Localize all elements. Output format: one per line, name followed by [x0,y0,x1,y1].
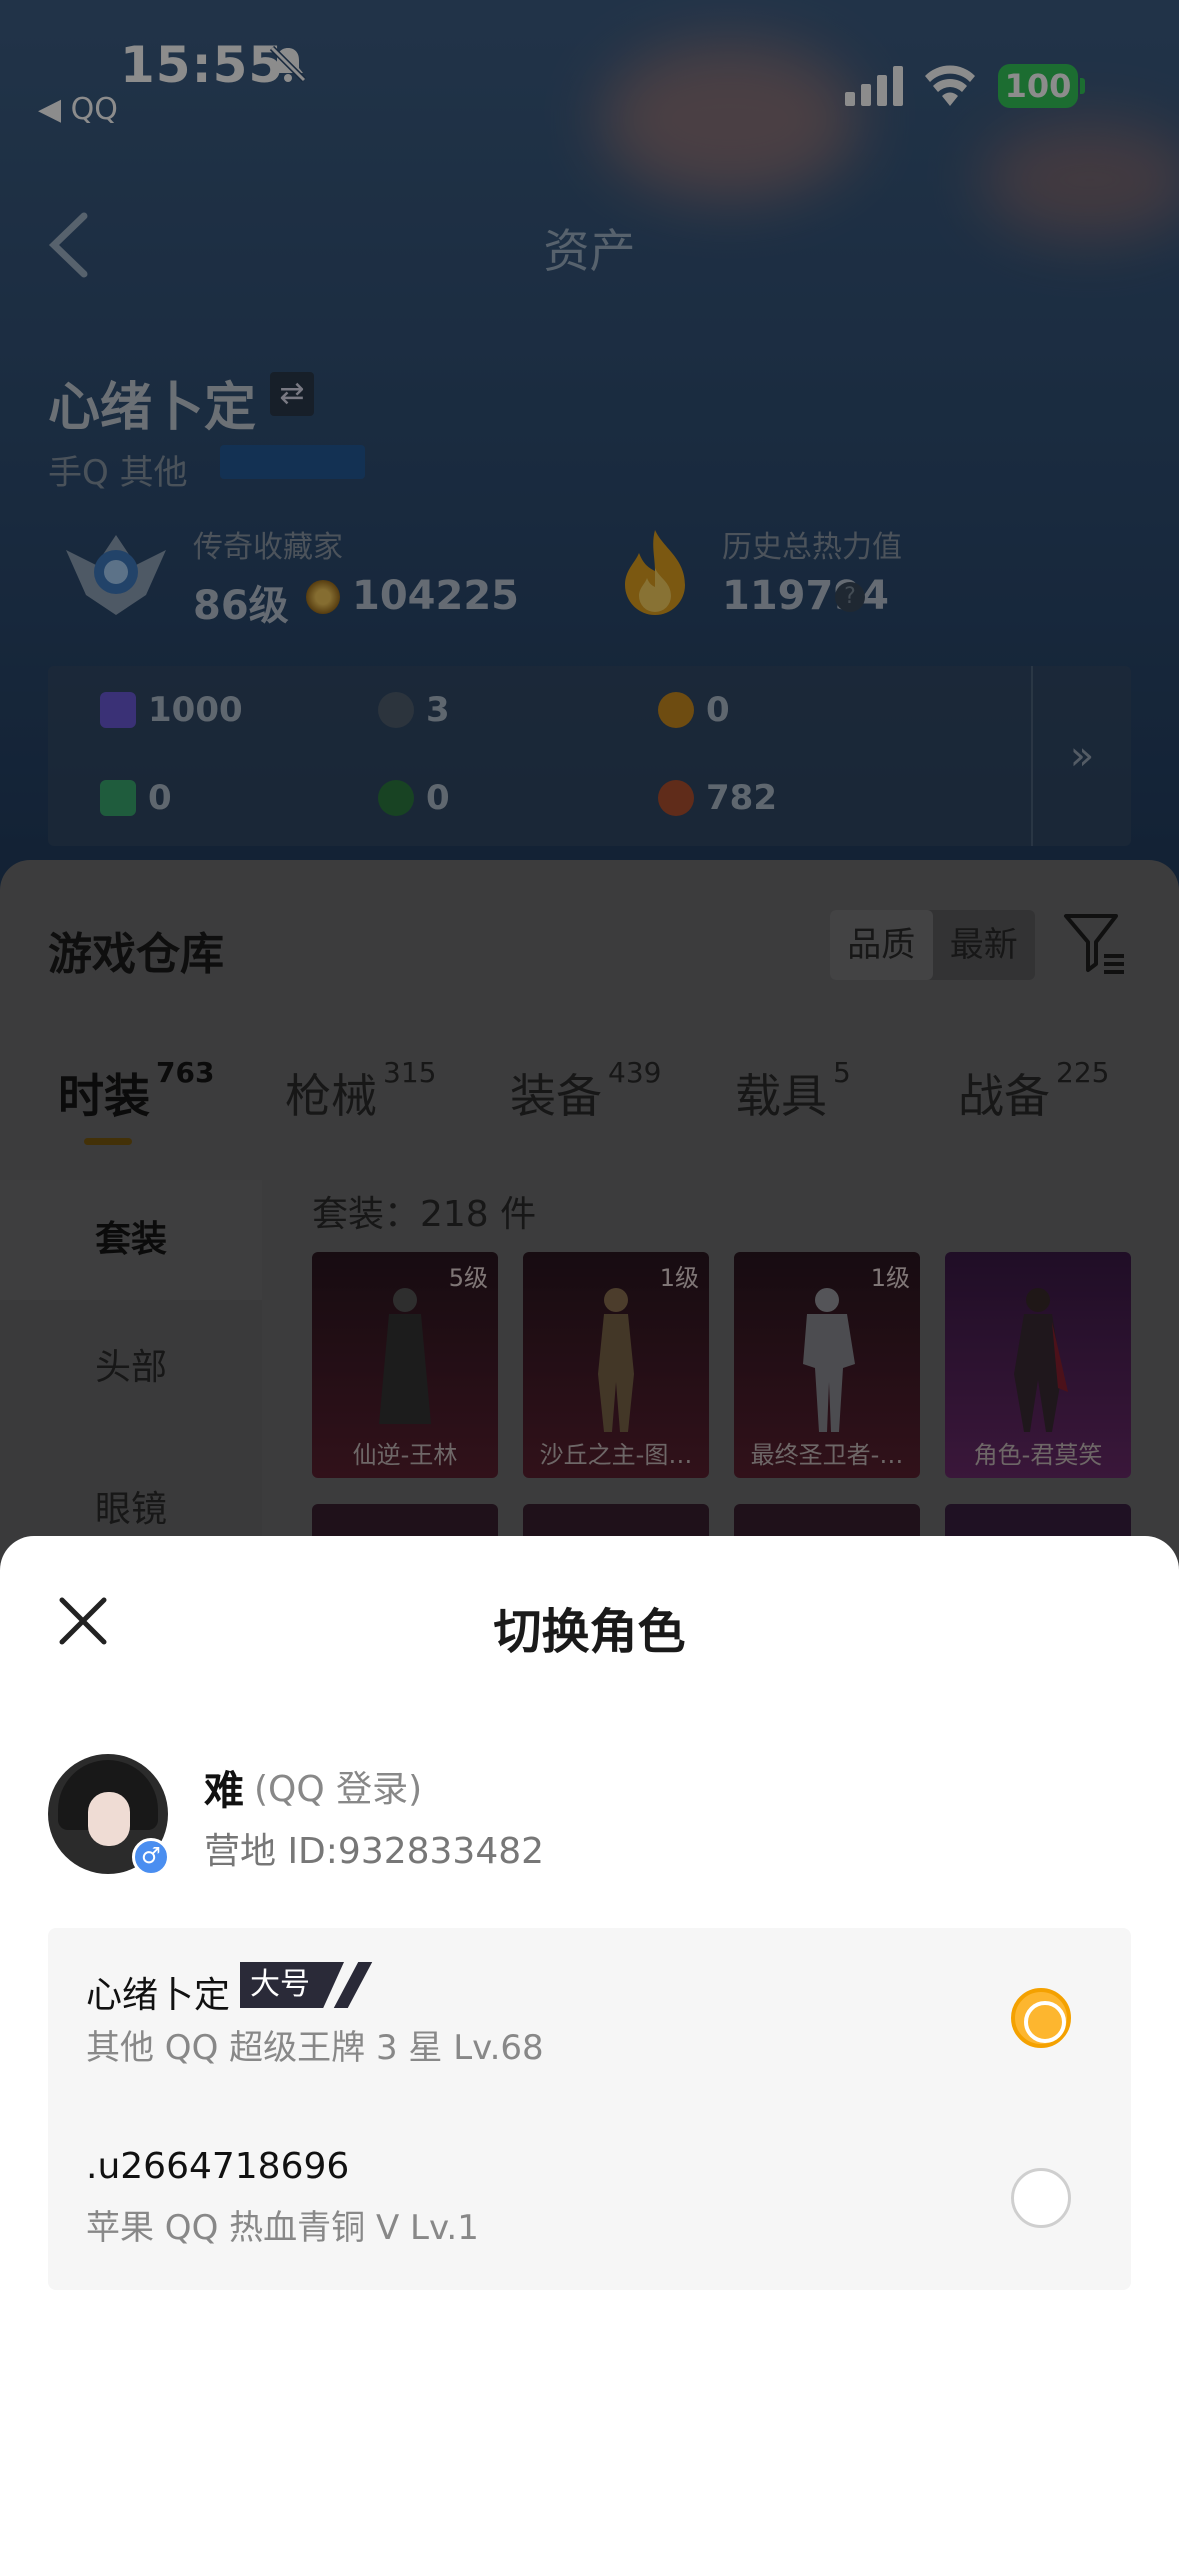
role-radio-unselected[interactable] [1011,2168,1071,2228]
role-list: 心绪卜定 大号 其他 QQ 超级王牌 3 星 Lv.68 .u266471869… [48,1928,1131,2290]
main-account-badge: 大号 [240,1962,344,2008]
role-option[interactable]: .u2664718696 苹果 QQ 热血青铜 V Lv.1 [48,2108,1131,2288]
user-login-type: (QQ 登录) [254,1769,423,1810]
user-name: 难 [204,1768,244,1814]
avatar-face [88,1792,130,1846]
role-name: .u2664718696 [86,2146,350,2187]
role-name: 心绪卜定 [86,1975,231,2016]
sheet-title: 切换角色 [493,1604,686,1660]
male-gender-icon: ♂ [132,1838,170,1876]
role-detail: 其他 QQ 超级王牌 3 星 Lv.68 [86,2028,544,2068]
role-option[interactable]: 心绪卜定 大号 其他 QQ 超级王牌 3 星 Lv.68 [48,1928,1131,2108]
role-radio-selected[interactable] [1011,1988,1071,2048]
user-camp-id: 营地 ID:932833482 [204,1831,545,1872]
switch-role-sheet: 切换角色 ♂ 难 (QQ 登录) 营地 ID:932833482 心绪卜定 大号… [0,1536,1179,2556]
role-detail: 苹果 QQ 热血青铜 V Lv.1 [86,2208,479,2248]
